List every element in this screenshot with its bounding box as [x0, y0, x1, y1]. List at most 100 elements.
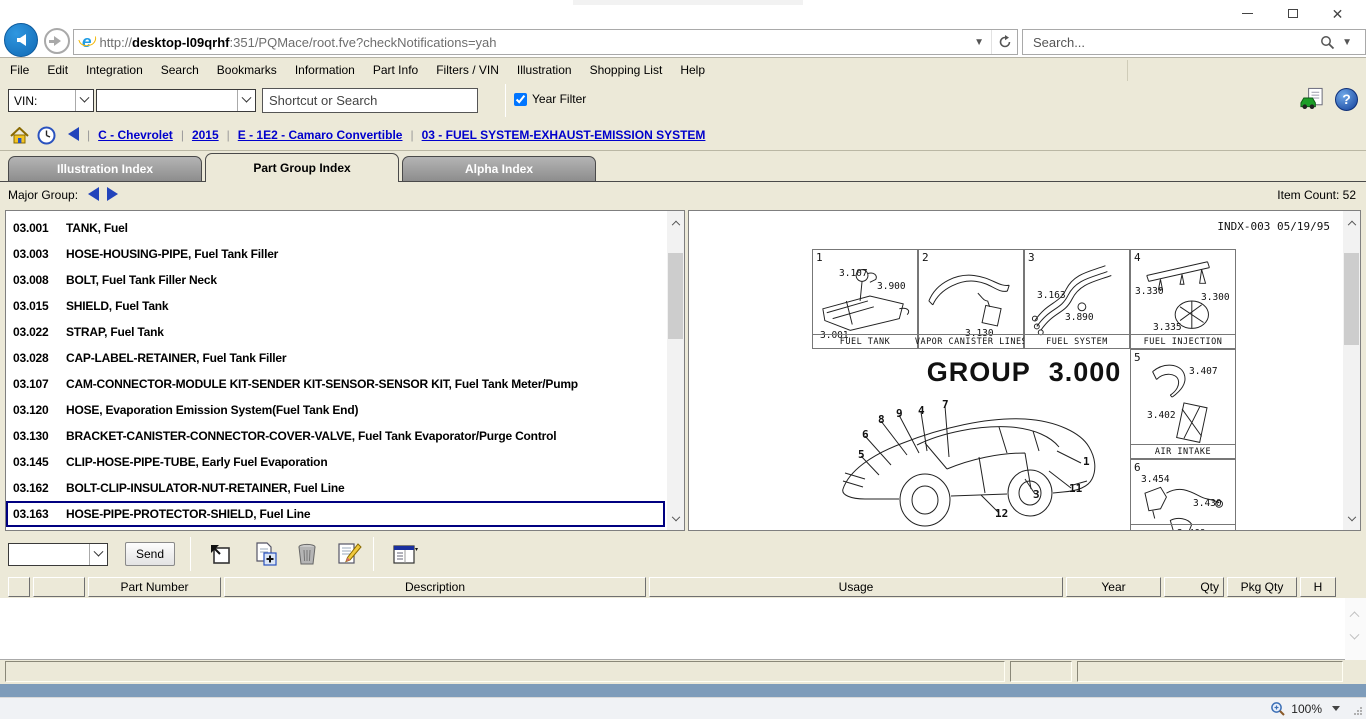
column-header-blank2[interactable]	[33, 577, 85, 597]
illustration-cell-vapor-canister[interactable]: 2 3.130 VAPOR CANISTER LINES	[918, 249, 1024, 349]
year-filter-checkbox[interactable]	[514, 93, 527, 106]
forward-icon	[54, 36, 61, 46]
list-item[interactable]: 03.120HOSE, Evaporation Emission System(…	[6, 397, 667, 423]
edit-document-icon[interactable]	[336, 541, 362, 567]
scrollbar-thumb[interactable]	[668, 253, 683, 339]
breadcrumb-year-link[interactable]: 2015	[192, 128, 219, 142]
column-header-h[interactable]: H	[1300, 577, 1336, 597]
menu-help[interactable]: Help	[672, 60, 713, 80]
browser-search-box[interactable]: ▼	[1022, 29, 1366, 55]
toolbar-separator	[505, 84, 506, 117]
scroll-down-icon[interactable]	[1343, 511, 1360, 528]
scrollbar-thumb[interactable]	[1344, 253, 1359, 345]
resize-icon[interactable]	[207, 541, 233, 567]
chevron-down-icon	[89, 544, 107, 565]
close-button[interactable]: ✕	[1315, 0, 1360, 27]
list-scrollbar[interactable]	[667, 211, 684, 530]
column-header-qty[interactable]: Qty	[1164, 577, 1224, 597]
list-item[interactable]: 03.022STRAP, Fuel Tank	[6, 319, 667, 345]
search-dropdown-icon[interactable]: ▼	[1335, 37, 1359, 48]
column-header-blank1[interactable]	[8, 577, 30, 597]
menu-edit[interactable]: Edit	[39, 60, 76, 80]
list-item[interactable]: 03.003HOSE-HOUSING-PIPE, Fuel Tank Fille…	[6, 241, 667, 267]
refresh-icon[interactable]	[991, 30, 1017, 54]
list-item[interactable]: 03.008BOLT, Fuel Tank Filler Neck	[6, 267, 667, 293]
breadcrumb-make-link[interactable]: C - Chevrolet	[98, 128, 173, 142]
menu-shopping-list[interactable]: Shopping List	[582, 60, 671, 80]
tab-alpha-index[interactable]: Alpha Index	[402, 156, 596, 181]
scroll-down-icon[interactable]	[1350, 630, 1360, 640]
minimize-button[interactable]	[1225, 0, 1270, 27]
zoom-control[interactable]: 100%	[1270, 701, 1340, 716]
home-icon[interactable]	[10, 127, 29, 144]
illustration-cell-air-intake[interactable]: 5 3.407 3.402 AIR INTAKE	[1130, 349, 1236, 459]
delete-icon[interactable]	[294, 541, 320, 567]
scroll-up-icon[interactable]	[1350, 611, 1360, 621]
menu-integration[interactable]: Integration	[78, 60, 151, 80]
illustration-cell-fuel-injection[interactable]: 4 3.330 3.300 3.335 FUEL INJECTION	[1130, 249, 1236, 349]
add-document-icon[interactable]	[252, 541, 278, 567]
history-clock-icon[interactable]	[37, 126, 56, 145]
list-item[interactable]: 03.162BOLT-CLIP-INSULATOR-NUT-RETAINER, …	[6, 475, 667, 501]
major-group-next-icon[interactable]	[107, 187, 118, 204]
list-item-selected[interactable]: 03.163HOSE-PIPE-PROTECTOR-SHIELD, Fuel L…	[6, 501, 665, 527]
list-item[interactable]: 03.107CAM-CONNECTOR-MODULE KIT-SENDER KI…	[6, 371, 667, 397]
column-header-usage[interactable]: Usage	[649, 577, 1063, 597]
list-item[interactable]: 03.145CLIP-HOSE-PIPE-TUBE, Early Fuel Ev…	[6, 449, 667, 475]
forward-button[interactable]	[44, 28, 70, 54]
results-table-header: Part Number Description Usage Year Qty P…	[8, 577, 1336, 597]
illustration-scrollbar[interactable]	[1343, 211, 1360, 530]
scroll-up-icon[interactable]	[667, 213, 684, 230]
search-icon[interactable]	[1320, 35, 1335, 50]
vehicle-report-icon[interactable]	[1299, 86, 1325, 112]
search-input[interactable]	[1023, 35, 1320, 50]
breadcrumb-model-link[interactable]: E - 1E2 - Camaro Convertible	[238, 128, 403, 142]
menu-file[interactable]: File	[2, 60, 37, 80]
column-header-year[interactable]: Year	[1066, 577, 1161, 597]
url-path: :351/PQMace/root.fve?checkNotifications=…	[230, 35, 497, 50]
vin-select[interactable]: VIN:	[8, 89, 94, 112]
list-item[interactable]: 03.028CAP-LABEL-RETAINER, Fuel Tank Fill…	[6, 345, 667, 371]
shopping-list-toolbar: Send	[0, 533, 1366, 576]
column-header-pkg-qty[interactable]: Pkg Qty	[1227, 577, 1297, 597]
list-item[interactable]: 03.130BRACKET-CANISTER-CONNECTOR-COVER-V…	[6, 423, 667, 449]
column-layout-icon[interactable]	[392, 541, 418, 567]
shortcut-search-input[interactable]	[262, 88, 478, 113]
maximize-icon	[1288, 9, 1298, 18]
tab-part-group-index[interactable]: Part Group Index	[205, 153, 399, 182]
results-scroll-area[interactable]	[1345, 598, 1366, 660]
illustration-cell-fuel-tank[interactable]: 1 3.107 3.900 3.001 FUEL TANK	[812, 249, 918, 349]
illustration-cell-fuel-system[interactable]: 3 3.163 3.890 FUEL SYSTEM	[1024, 249, 1130, 349]
menu-illustration[interactable]: Illustration	[509, 60, 580, 80]
list-item[interactable]: 03.001TANK, Fuel	[6, 215, 667, 241]
list-select[interactable]	[8, 543, 108, 566]
zoom-magnifier-icon	[1270, 701, 1285, 716]
major-group-prev-icon[interactable]	[88, 187, 99, 204]
maximize-button[interactable]	[1270, 0, 1315, 27]
vehicle-select[interactable]	[96, 89, 256, 112]
tab-illustration-index[interactable]: Illustration Index	[8, 156, 202, 181]
send-button[interactable]: Send	[125, 542, 175, 566]
back-button[interactable]	[4, 23, 38, 57]
menu-search[interactable]: Search	[153, 60, 207, 80]
list-item[interactable]: 03.015SHIELD, Fuel Tank	[6, 293, 667, 319]
illustration-doc-ref: INDX-003 05/19/95	[1217, 220, 1330, 233]
column-header-description[interactable]: Description	[224, 577, 646, 597]
menu-part-info[interactable]: Part Info	[365, 60, 426, 80]
menu-bookmarks[interactable]: Bookmarks	[209, 60, 285, 80]
breadcrumb-back-icon[interactable]	[68, 127, 79, 144]
menu-information[interactable]: Information	[287, 60, 363, 80]
address-bar[interactable]: e http://desktop-l09qrhf:351/PQMace/root…	[73, 29, 1018, 55]
menu-filters-vin[interactable]: Filters / VIN	[428, 60, 507, 80]
browser-status-bar: 100%	[0, 697, 1366, 719]
scroll-down-icon[interactable]	[667, 511, 684, 528]
resize-grip	[1353, 706, 1363, 716]
breadcrumb-group-link[interactable]: 03 - FUEL SYSTEM-EXHAUST-EMISSION SYSTEM	[422, 128, 706, 142]
help-icon[interactable]: ?	[1335, 88, 1358, 111]
address-dropdown-icon[interactable]: ▼	[967, 37, 991, 48]
illustration-cell-6[interactable]: 6 3.454 3.430 3.469	[1130, 459, 1236, 531]
status-cell-row	[0, 661, 1366, 683]
column-header-part-number[interactable]: Part Number	[88, 577, 221, 597]
scroll-up-icon[interactable]	[1343, 213, 1360, 230]
toolbar-separator	[373, 537, 374, 571]
